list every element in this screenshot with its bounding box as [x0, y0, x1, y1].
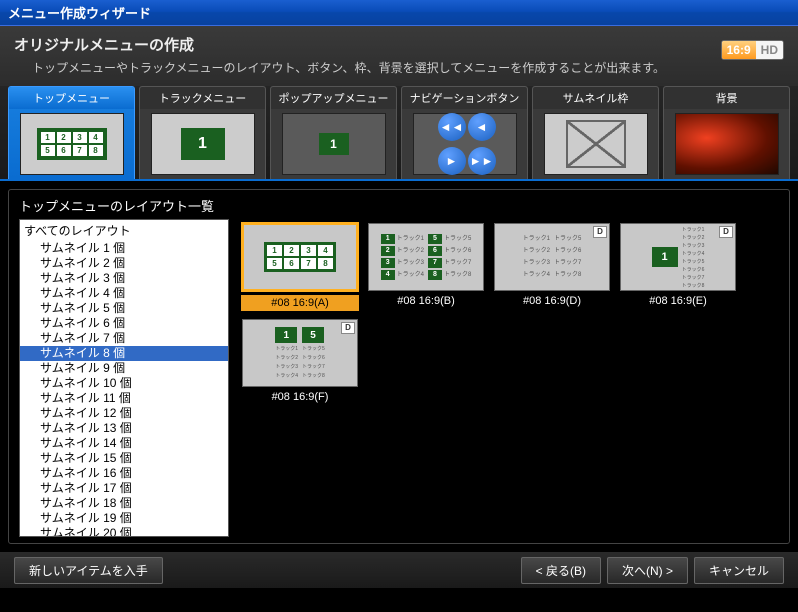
tab-nav-buttons[interactable]: ナビゲーションボタン ◄◄ ◄ ► ►►: [401, 86, 528, 179]
aspect-ratio-label: 16:9: [722, 41, 756, 59]
forward-icon: ►►: [468, 147, 496, 175]
thumbnail-label: #08 16:9(D): [523, 295, 581, 307]
thumbnail-label: #08 16:9(F): [272, 391, 329, 403]
layout-small-icon: 1: [319, 133, 349, 155]
layout-thumbnail[interactable]: トラック1トラック2トラック3トラック4トラック5トラック6トラック7トラック8…: [493, 223, 611, 311]
layout-one-icon: 1トラック1トラック2トラック3トラック4トラック5トラック6トラック7トラック…: [652, 226, 705, 289]
tree-item[interactable]: サムネイル 12 個: [20, 406, 228, 421]
window-titlebar: メニュー作成ウィザード: [0, 0, 798, 26]
tab-top-menu[interactable]: トップメニュー 1234 5678: [8, 86, 135, 179]
thumbnail-label: #08 16:9(B): [397, 295, 454, 307]
thumbnail-label: #08 16:9(E): [649, 295, 706, 307]
tab-preview: [544, 113, 648, 175]
layout-thumbnail[interactable]: 1トラック12トラック23トラック34トラック45トラック56トラック67トラッ…: [367, 223, 485, 311]
window-title: メニュー作成ウィザード: [8, 3, 151, 22]
tree-item[interactable]: サムネイル 10 個: [20, 376, 228, 391]
list-title: トップメニューのレイアウト一覧: [9, 190, 789, 219]
thumbnail-preview: 12345678: [242, 223, 358, 291]
tree-root[interactable]: すべてのレイアウト: [20, 220, 228, 241]
tab-label: トップメニュー: [9, 87, 134, 109]
frame-placeholder-icon: [566, 120, 626, 168]
tree-item[interactable]: サムネイル 4 個: [20, 286, 228, 301]
dolby-badge-icon: D: [593, 226, 607, 238]
tree-item[interactable]: サムネイル 17 個: [20, 481, 228, 496]
tab-preview: ◄◄ ◄ ► ►►: [413, 113, 517, 175]
layout-thumbnail[interactable]: 1トラック1トラック2トラック3トラック4トラック5トラック6トラック7トラック…: [619, 223, 737, 311]
tree-item[interactable]: サムネイル 11 個: [20, 391, 228, 406]
layout-list-icon: トラック1トラック2トラック3トラック4トラック5トラック6トラック7トラック8: [523, 234, 582, 280]
tree-item[interactable]: サムネイル 7 個: [20, 331, 228, 346]
next-button[interactable]: 次へ(N) >: [607, 557, 688, 584]
tab-label: 背景: [664, 87, 789, 109]
thumbnail-preview: トラック1トラック2トラック3トラック4トラック5トラック6トラック7トラック8…: [494, 223, 610, 291]
layout-list-icon: 1トラック12トラック23トラック34トラック45トラック56トラック67トラッ…: [381, 234, 472, 280]
tree-item[interactable]: サムネイル 1 個: [20, 241, 228, 256]
tree-item[interactable]: サムネイル 5 個: [20, 301, 228, 316]
get-new-items-button[interactable]: 新しいアイテムを入手: [14, 557, 163, 584]
tab-label: サムネイル枠: [533, 87, 658, 109]
tree-item[interactable]: サムネイル 6 個: [20, 316, 228, 331]
layout-grid-icon: 12345678: [264, 242, 336, 272]
nav-buttons-icon: ◄◄ ◄ ► ►►: [438, 113, 492, 175]
tree-item[interactable]: サムネイル 3 個: [20, 271, 228, 286]
thumbnail-label: #08 16:9(A): [241, 295, 359, 311]
dolby-badge-icon: D: [719, 226, 733, 238]
tree-item[interactable]: サムネイル 19 個: [20, 511, 228, 526]
page-title: オリジナルメニューの作成: [14, 34, 784, 55]
tab-popup-menu[interactable]: ポップアップメニュー 1: [270, 86, 397, 179]
tree-item[interactable]: サムネイル 16 個: [20, 466, 228, 481]
layout-thumbnail[interactable]: 12345678 #08 16:9(A): [241, 223, 359, 311]
tree-item[interactable]: サムネイル 20 個: [20, 526, 228, 537]
tab-preview: 1: [151, 113, 255, 175]
layout-gallery: 12345678 #08 16:9(A) 1トラック12トラック23トラック34トラ…: [235, 219, 789, 543]
tree-item[interactable]: サムネイル 13 個: [20, 421, 228, 436]
wizard-footer: 新しいアイテムを入手 < 戻る(B) 次へ(N) > キャンセル: [0, 552, 798, 588]
layout-single-icon: 1: [181, 128, 225, 160]
category-tabs: トップメニュー 1234 5678 トラックメニュー 1 ポップアップメニュー …: [0, 86, 798, 181]
layout-grid-icon: 1234 5678: [37, 128, 107, 160]
thumbnail-preview: 1トラック1トラック2トラック3トラック45トラック5トラック6トラック7トラッ…: [242, 319, 358, 387]
cancel-button[interactable]: キャンセル: [694, 557, 784, 584]
tab-track-menu[interactable]: トラックメニュー 1: [139, 86, 266, 179]
tab-preview: 1: [282, 113, 386, 175]
wizard-header: オリジナルメニューの作成 トップメニューやトラックメニューのレイアウト、ボタン、…: [0, 26, 798, 86]
aspect-hd-badge: 16:9 HD: [721, 40, 784, 60]
tab-preview: [675, 113, 779, 175]
back-button[interactable]: < 戻る(B): [521, 557, 601, 584]
main-panel: トップメニューのレイアウト一覧 すべてのレイアウト サムネイル 1 個サムネイル…: [8, 189, 790, 544]
play-icon: ►: [438, 147, 466, 175]
tab-label: ポップアップメニュー: [271, 87, 396, 109]
tree-item[interactable]: サムネイル 9 個: [20, 361, 228, 376]
layout-thumbnail[interactable]: 1トラック1トラック2トラック3トラック45トラック5トラック6トラック7トラッ…: [241, 319, 359, 403]
tree-item[interactable]: サムネイル 14 個: [20, 436, 228, 451]
prev-icon: ◄: [468, 113, 496, 141]
dolby-badge-icon: D: [341, 322, 355, 334]
tree-item[interactable]: サムネイル 18 個: [20, 496, 228, 511]
tab-background[interactable]: 背景: [663, 86, 790, 179]
tab-label: ナビゲーションボタン: [402, 87, 527, 109]
hd-label: HD: [756, 41, 783, 59]
tree-item[interactable]: サムネイル 8 個: [20, 346, 228, 361]
tab-label: トラックメニュー: [140, 87, 265, 109]
layout-tree[interactable]: すべてのレイアウト サムネイル 1 個サムネイル 2 個サムネイル 3 個サムネ…: [19, 219, 229, 537]
tab-preview: 1234 5678: [20, 113, 124, 175]
tab-thumbnail-frame[interactable]: サムネイル枠: [532, 86, 659, 179]
thumbnail-preview: 1トラック1トラック2トラック3トラック4トラック5トラック6トラック7トラック…: [620, 223, 736, 291]
rewind-icon: ◄◄: [438, 113, 466, 141]
tree-item[interactable]: サムネイル 15 個: [20, 451, 228, 466]
layout-two-icon: 1トラック1トラック2トラック3トラック45トラック5トラック6トラック7トラッ…: [275, 327, 325, 379]
page-description: トップメニューやトラックメニューのレイアウト、ボタン、枠、背景を選択してメニュー…: [14, 59, 784, 76]
tree-item[interactable]: サムネイル 2 個: [20, 256, 228, 271]
thumbnail-preview: 1トラック12トラック23トラック34トラック45トラック56トラック67トラッ…: [368, 223, 484, 291]
